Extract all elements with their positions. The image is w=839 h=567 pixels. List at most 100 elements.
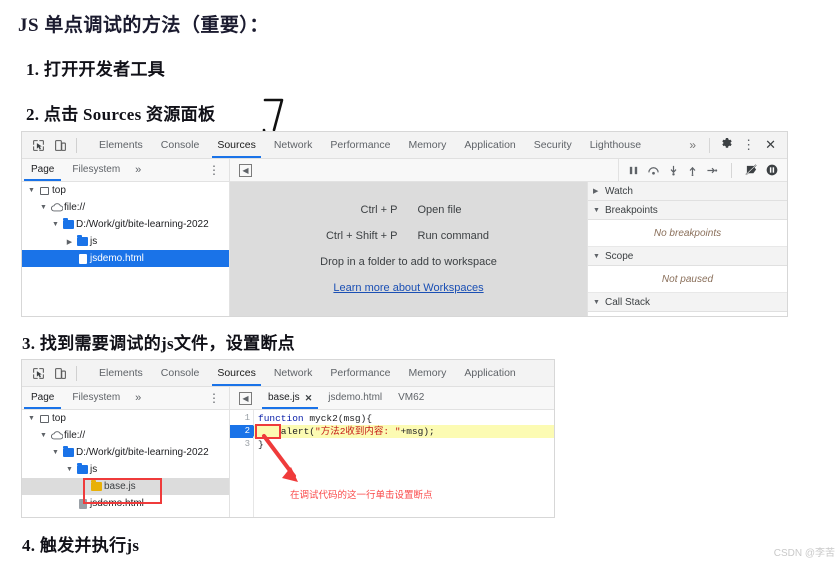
tab-console[interactable]: Console [152,360,209,386]
tree-item-project-folder[interactable]: ▼ D:/Work/git/bite-learning-2022 [22,444,229,461]
tree-caret-icon[interactable]: ▼ [26,415,37,422]
doc-step-1: 1. 打开开发者工具 [26,60,165,79]
tree-caret-icon[interactable]: ▼ [50,449,61,456]
tree-caret-icon[interactable]: ▶ [64,238,75,246]
shortcut-run-command: Ctrl + Shift + P Run command [280,230,538,242]
tree-caret-icon[interactable]: ▼ [26,187,37,194]
editor-tab-vm62[interactable]: VM62 [390,387,432,409]
learn-more-workspaces-link[interactable]: Learn more about Workspaces [333,282,483,294]
step-out-icon[interactable] [687,165,698,176]
step-into-icon[interactable] [668,165,679,176]
editor-gutter[interactable]: 1 2 3 [230,410,258,517]
page-title: JS 单点调试的方法（重要）： [18,15,269,36]
navigator-menu-icon[interactable]: ⋮ [199,391,229,405]
tree-item-file-protocol[interactable]: ▼ file:// [22,199,229,216]
navigator-tab-page[interactable]: Page [22,159,63,181]
inspect-element-icon[interactable] [30,137,47,154]
chevron-right-icon[interactable]: ▶ [593,187,601,195]
close-icon[interactable]: ✕ [305,387,313,409]
navigator-file-tree[interactable]: ▼ top ▼ file:// ▼ D:/Work/git/bite-learn… [22,182,230,316]
tree-item-js-folder[interactable]: ▶ js [22,233,229,250]
tab-sources[interactable]: Sources [208,132,265,158]
devtools-panel-sources-empty: Elements Console Sources Network Perform… [21,131,788,317]
tree-item-file-protocol[interactable]: ▼ file:// [22,427,229,444]
deactivate-breakpoints-icon[interactable] [745,164,758,176]
tab-sources[interactable]: Sources [208,360,265,386]
show-navigator-icon[interactable]: ◀ [239,163,252,177]
chevron-down-icon[interactable]: ▼ [593,253,601,260]
sidebar-section-title: Scope [605,250,634,262]
sidebar-section-breakpoints[interactable]: ▼ Breakpoints [588,201,787,220]
navigator-subbar: Page Filesystem » ⋮ [22,159,230,181]
tab-console[interactable]: Console [152,132,209,158]
navigator-tab-filesystem[interactable]: Filesystem [63,159,129,181]
tree-item-label: js [90,236,98,247]
tab-elements[interactable]: Elements [90,132,152,158]
shortcut-open-file: Ctrl + P Open file [280,204,538,216]
tab-security[interactable]: Security [525,132,581,158]
annotation-text: 在调试代码的这一行单击设置断点 [290,490,433,501]
navigator-menu-icon[interactable]: ⋮ [199,163,229,177]
devtools-tab-list: Elements Console Sources Network Perform… [90,360,525,386]
tree-item-jsdemo-html[interactable]: jsdemo.html [22,495,229,512]
tree-item-label: file:// [64,430,86,441]
editor-tab-jsdemo-html[interactable]: jsdemo.html [320,387,390,409]
sidebar-section-call-stack[interactable]: ▼ Call Stack [588,293,787,312]
pause-on-exceptions-icon[interactable] [766,164,778,176]
navigator-overflow-icon[interactable]: » [129,392,147,404]
tree-caret-icon[interactable]: ▼ [50,221,61,228]
tab-network[interactable]: Network [265,360,322,386]
tab-elements[interactable]: Elements [90,360,152,386]
gear-icon[interactable] [717,137,736,153]
tab-memory[interactable]: Memory [399,132,455,158]
breakpoints-empty-message: No breakpoints [588,220,787,247]
folder-icon [75,235,90,246]
more-vertical-icon[interactable]: ⋮ [738,137,759,153]
sidebar-section-watch[interactable]: ▶ Watch [588,182,787,201]
tab-performance[interactable]: Performance [321,360,399,386]
resume-script-icon[interactable] [628,165,639,176]
scope-empty-message: Not paused [588,266,787,293]
tree-item-top[interactable]: ▼ top [22,410,229,427]
tree-caret-icon[interactable]: ▼ [38,432,49,439]
sidebar-section-scope[interactable]: ▼ Scope [588,247,787,266]
navigator-overflow-icon[interactable]: » [129,164,147,176]
tab-overflow-icon[interactable]: » [683,138,702,152]
inspect-element-icon[interactable] [30,365,47,382]
line-number-breakpoint[interactable]: 2 [230,425,258,438]
tree-item-base-js[interactable]: base.js [22,478,229,495]
tab-application[interactable]: Application [455,132,524,158]
tree-item-label: D:/Work/git/bite-learning-2022 [76,447,209,458]
tab-performance[interactable]: Performance [321,132,399,158]
chevron-down-icon[interactable]: ▼ [593,207,601,214]
tree-item-project-folder[interactable]: ▼ D:/Work/git/bite-learning-2022 [22,216,229,233]
navigator-tab-page[interactable]: Page [22,387,63,409]
devtools-tool-icons [22,365,90,382]
device-toolbar-icon[interactable] [52,137,69,154]
shortcut-key: Ctrl + P [360,204,398,216]
tree-item-label: jsdemo.html [90,253,144,264]
tree-item-jsdemo-html[interactable]: jsdemo.html [22,250,229,267]
step-icon[interactable] [706,165,718,176]
close-icon[interactable]: ✕ [761,137,780,153]
chevron-down-icon[interactable]: ▼ [593,299,601,306]
tree-item-js-folder[interactable]: ▼ js [22,461,229,478]
tab-lighthouse[interactable]: Lighthouse [581,132,650,158]
tab-memory[interactable]: Memory [399,360,455,386]
tree-caret-icon[interactable]: ▼ [38,204,49,211]
debugger-controls [618,159,787,181]
step-over-icon[interactable] [647,165,660,176]
line-number[interactable]: 3 [230,438,253,451]
device-toolbar-icon[interactable] [52,365,69,382]
panel-body: ▼ top ▼ file:// ▼ D:/Work/git/bite-learn… [22,182,787,316]
editor-tab-base-js[interactable]: base.js ✕ [260,387,320,409]
tab-application[interactable]: Application [455,360,524,386]
tree-caret-icon[interactable]: ▼ [64,466,75,473]
show-navigator-icon[interactable]: ◀ [239,391,252,405]
navigator-file-tree[interactable]: ▼ top ▼ file:// ▼ D:/Work/git/bite-learn… [22,410,230,517]
doc-step-4: 4. 触发并执行js [22,536,140,555]
line-number[interactable]: 1 [230,412,253,425]
tree-item-top[interactable]: ▼ top [22,182,229,199]
navigator-tab-filesystem[interactable]: Filesystem [63,387,129,409]
tab-network[interactable]: Network [265,132,322,158]
